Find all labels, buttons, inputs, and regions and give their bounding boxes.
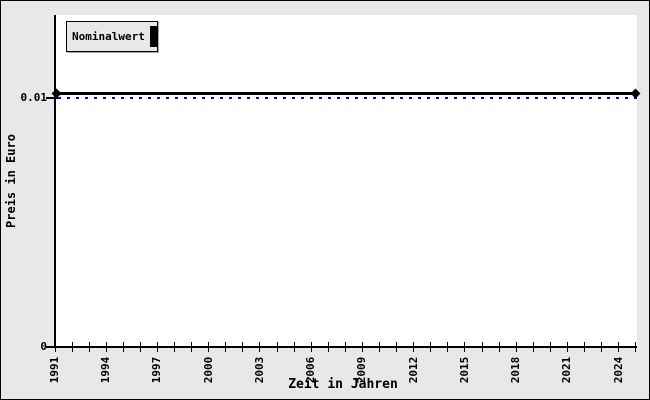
x-tick [156,342,158,352]
x-tick [225,342,227,352]
y-tick-label: 0 [40,340,47,353]
x-tick [139,342,141,352]
x-tick [88,342,90,352]
x-axis-title: Zeit in Jahren [288,377,398,392]
x-tick [379,342,381,352]
x-tick-label: 2015 [457,356,471,384]
x-tick-label: 1991 [48,356,61,384]
x-tick [447,342,449,352]
y-axis-title: Preis in Euro [4,134,18,228]
x-tick [583,342,585,352]
x-tick-label: 1994 [99,356,113,384]
x-tick [327,342,329,352]
x-tick-label: 2021 [560,356,574,384]
y-tick-label: 0.01 [20,91,48,104]
x-tick-label: 2024 [611,356,625,384]
x-tick [208,342,210,352]
x-tick [464,342,466,352]
x-tick [293,342,295,352]
chart-canvas: 1991 1994 1997 2000 2003 2006 2009 2012 2015 2018… [0,0,650,400]
x-tick-label: 2000 [201,356,215,384]
plot-area [56,15,637,346]
y-tick [46,346,59,348]
legend-label: Nominalwert [72,30,145,43]
x-tick [566,342,568,352]
x-tick [174,342,176,352]
x-tick [105,342,107,352]
x-tick [396,342,398,352]
x-tick [191,342,193,352]
x-tick [310,342,312,352]
x-tick [549,342,551,352]
x-tick [601,342,603,352]
legend-marker [149,26,157,47]
reference-gridline [58,97,637,99]
x-tick [71,342,73,352]
x-tick [344,342,346,352]
x-tick [430,342,432,352]
x-tick [242,342,244,352]
x-tick [276,342,278,352]
x-tick [635,342,637,352]
x-tick [361,342,363,352]
legend: Nominalwert [66,21,158,52]
x-tick [413,342,415,352]
x-tick-label: 1997 [150,356,164,384]
x-tick [532,342,534,352]
x-tick [259,342,261,352]
x-tick [618,342,620,352]
x-tick [498,342,500,352]
x-tick [481,342,483,352]
nominalwert-line [55,91,636,95]
x-tick [122,342,124,352]
y-axis-line [54,15,56,348]
x-tick [515,342,517,352]
x-tick-label: 2018 [509,356,523,384]
